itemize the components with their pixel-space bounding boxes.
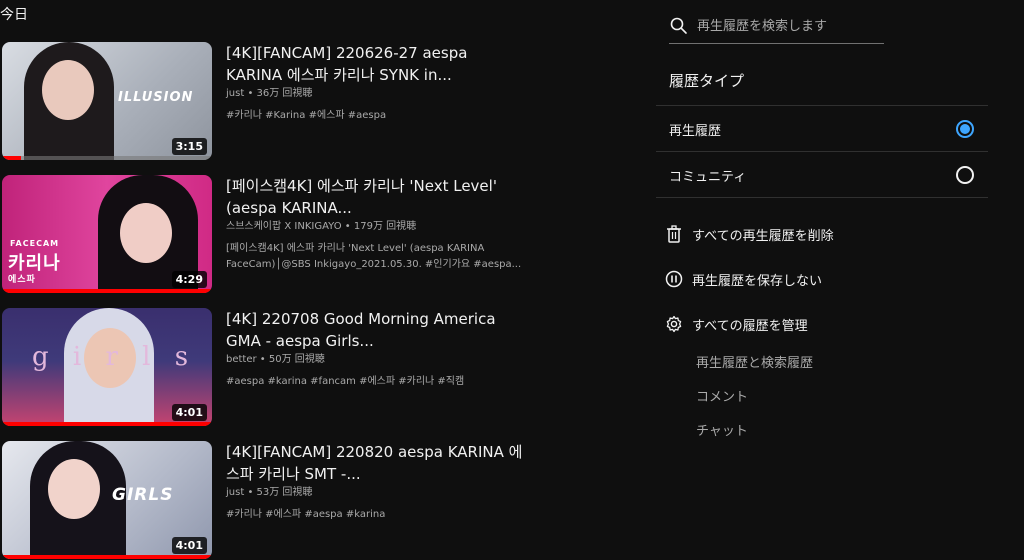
watch-progress-bar <box>2 156 21 160</box>
channel-name[interactable]: just <box>226 88 244 99</box>
video-description: #aespa #karina #fancam #에스파 #카리나 #직캠 <box>226 376 465 387</box>
divider <box>656 197 988 198</box>
history-page: 今日 ILLUSION 3:15 [4K][FANCAM] 220626-27 … <box>0 0 1024 560</box>
watch-progress-bar <box>2 289 212 293</box>
thumbnail-overlay-text: g i r l s <box>32 342 197 372</box>
meta-separator: • <box>344 221 354 232</box>
manage-link-watch-search[interactable]: 再生履歴と検索履歴 <box>696 352 813 371</box>
trash-icon <box>664 224 684 244</box>
channel-name[interactable]: 스브스케이팝 X INKIGAYO <box>226 221 342 232</box>
section-title-today: 今日 <box>0 7 28 23</box>
thumbnail-face <box>48 459 100 519</box>
pause-history-label: 再生履歴を保存しない <box>692 273 823 289</box>
video-item[interactable]: g i r l s 4:01 [4K] 220708 Good Morning … <box>0 308 620 441</box>
thumbnail-overlay-label: FACECAM <box>10 239 60 248</box>
watch-progress-bar <box>2 555 212 559</box>
gear-icon <box>664 314 684 334</box>
search-icon[interactable] <box>669 16 689 36</box>
thumbnail-overlay-text: GIRLS <box>112 485 174 505</box>
video-meta: [페이스캠4K] 에스파 카리나 'Next Level' (aespa KAR… <box>226 175 526 273</box>
manage-link-chat[interactable]: チャット <box>696 420 748 439</box>
channel-name[interactable]: better <box>226 354 257 365</box>
channel-line: just • 53万 回視聴 <box>226 486 526 500</box>
radio-selected[interactable] <box>956 120 974 138</box>
duration-badge: 4:29 <box>171 271 207 288</box>
thumbnail-overlay-sub: 에스파 <box>8 275 36 285</box>
video-title-link[interactable]: [4K] 220708 Good Morning America GMA - a… <box>226 308 526 352</box>
video-title-link[interactable]: [4K][FANCAM] 220626-27 aespa KARINA 에스파 … <box>226 42 526 86</box>
video-meta: [4K][FANCAM] 220820 aespa KARINA 에스파 카리나… <box>226 441 526 523</box>
history-type-title: 履歴タイプ <box>669 72 745 90</box>
video-item[interactable]: GIRLS 4:01 [4K][FANCAM] 220820 aespa KAR… <box>0 441 620 560</box>
video-item[interactable]: FACECAM 카리나 에스파 4:29 [페이스캠4K] 에스파 카리나 'N… <box>0 175 620 308</box>
video-title-link[interactable]: [4K][FANCAM] 220820 aespa KARINA 에스파 카리나… <box>226 441 526 485</box>
history-type-watch[interactable]: 再生履歴 <box>656 105 988 151</box>
manage-history-button[interactable]: すべての履歴を管理 <box>664 311 808 337</box>
history-search-input[interactable] <box>697 16 877 36</box>
clear-history-label: すべての再生履歴を削除 <box>692 228 834 244</box>
duration-badge: 4:01 <box>171 404 207 421</box>
duration-badge: 4:01 <box>171 537 207 554</box>
history-type-label: 再生履歴 <box>669 124 722 139</box>
meta-separator: • <box>247 88 257 99</box>
video-meta: [4K][FANCAM] 220626-27 aespa KARINA 에스파 … <box>226 42 526 124</box>
channel-line: better • 50万 回視聴 <box>226 353 526 367</box>
thumbnail-face <box>120 203 172 263</box>
radio-unselected[interactable] <box>956 166 974 184</box>
manage-history-label: すべての履歴を管理 <box>692 318 808 334</box>
pause-icon <box>664 269 684 289</box>
video-thumbnail[interactable]: GIRLS 4:01 <box>2 441 212 559</box>
meta-separator: • <box>247 487 257 498</box>
manage-link-comments[interactable]: コメント <box>696 386 748 405</box>
video-thumbnail[interactable]: g i r l s 4:01 <box>2 308 212 426</box>
video-thumbnail[interactable]: ILLUSION 3:15 <box>2 42 212 160</box>
duration-badge: 3:15 <box>171 138 207 155</box>
video-description: #카리나 #Karina #에스파 #aespa <box>226 110 387 121</box>
channel-name[interactable]: just <box>226 487 244 498</box>
thumbnail-overlay-text: ILLUSION <box>118 90 194 105</box>
progress-track <box>2 156 212 160</box>
video-meta: [4K] 220708 Good Morning America GMA - a… <box>226 308 526 390</box>
video-title-link[interactable]: [페이스캠4K] 에스파 카리나 'Next Level' (aespa KAR… <box>226 175 526 219</box>
watch-progress-bar <box>2 422 212 426</box>
video-list: ILLUSION 3:15 [4K][FANCAM] 220626-27 aes… <box>0 42 620 560</box>
video-item[interactable]: ILLUSION 3:15 [4K][FANCAM] 220626-27 aes… <box>0 42 620 175</box>
history-type-label: コミュニティ <box>669 170 747 185</box>
history-search-box[interactable] <box>669 10 884 44</box>
view-count: 50万 回視聴 <box>268 354 325 365</box>
video-thumbnail[interactable]: FACECAM 카리나 에스파 4:29 <box>2 175 212 293</box>
video-description: #카리나 #에스파 #aespa #karina <box>226 509 386 520</box>
channel-line: just • 36万 回視聴 <box>226 87 526 101</box>
thumbnail-face <box>42 60 94 120</box>
view-count: 179万 回視聴 <box>353 221 417 232</box>
channel-line: 스브스케이팝 X INKIGAYO • 179万 回視聴 <box>226 220 526 234</box>
view-count: 53万 回視聴 <box>256 487 313 498</box>
view-count: 36万 回視聴 <box>256 88 313 99</box>
pause-history-button[interactable]: 再生履歴を保存しない <box>664 266 822 292</box>
meta-separator: • <box>259 354 269 365</box>
clear-history-button[interactable]: すべての再生履歴を削除 <box>664 221 834 247</box>
history-type-community[interactable]: コミュニティ <box>656 151 988 197</box>
video-description: [페이스캠4K] 에스파 카리나 'Next Level' (aespa KAR… <box>226 243 522 270</box>
